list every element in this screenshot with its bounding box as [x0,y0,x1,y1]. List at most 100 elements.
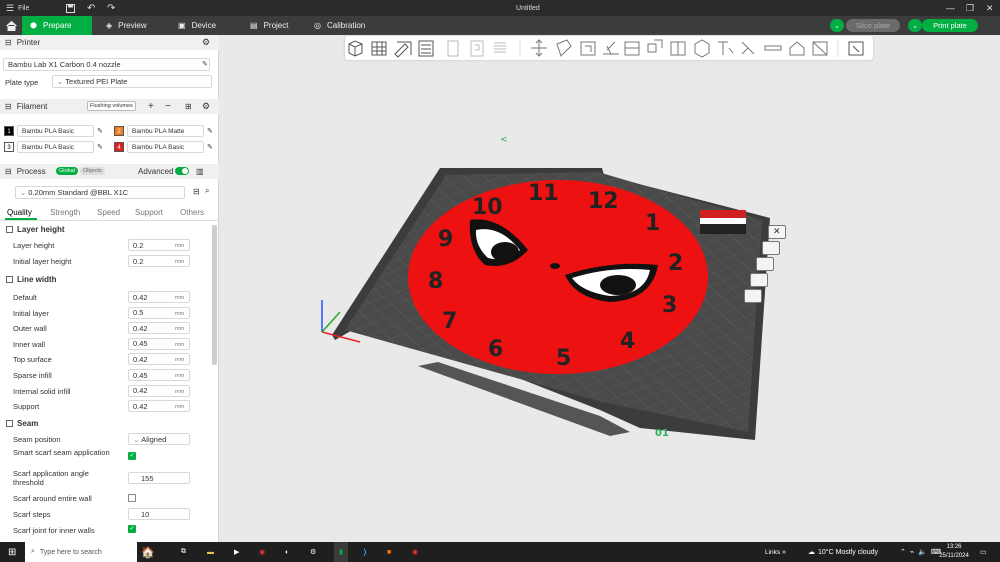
plate-type-select[interactable]: ⌄ Textured PEI Plate [52,75,212,88]
undo-icon[interactable]: ↶ [87,0,95,16]
printer-select[interactable]: Bambu Lab X1 Carbon 0.4 nozzle [3,58,210,71]
advanced-switch[interactable] [175,167,189,175]
filament-edit-icon[interactable]: ✎ [207,127,213,135]
tab-support[interactable]: Support [135,208,163,217]
filament-slot-4[interactable]: 4 [114,142,124,152]
app-icon-2[interactable]: ❭ [362,542,368,562]
media-app-icon[interactable]: ▶ [234,542,239,562]
filament-edit-icon[interactable]: ✎ [207,143,213,151]
home-button[interactable] [0,16,22,35]
filament-select-1[interactable]: Bambu PLA Basic [17,125,94,137]
settings-scrollbar[interactable] [212,225,217,365]
clock-number-7: 7 [442,309,457,334]
print-plate-button[interactable]: Print plate [922,19,978,32]
lock-plate-icon[interactable] [750,273,768,287]
tab-device[interactable]: ▣ Device [170,16,224,35]
compare-icon[interactable]: ▥ [196,167,204,176]
printer-edit-icon[interactable]: ✎ [202,60,208,68]
chevron-down-icon: ⌄ [133,434,140,444]
scarf-angle-input[interactable]: 155 [128,472,190,484]
plate-settings-icon[interactable] [744,289,762,303]
save-icon[interactable] [66,0,75,16]
flag-stripe-black [700,224,746,234]
tab-strength[interactable]: Strength [50,208,80,217]
task-view-icon[interactable]: ⧉ [181,542,186,562]
unit-label: mm [175,341,185,348]
filament-slot-1[interactable]: 1 [4,126,14,136]
slice-plate-button[interactable]: Slice plate [846,19,900,32]
search-settings-icon[interactable]: ⌕ [205,186,209,196]
minimize-icon[interactable]: — [946,0,955,16]
preview-icon: ◈ [106,21,113,30]
slice-dropdown-icon[interactable]: ⌄ [830,19,844,32]
file-menu[interactable]: ☰ File [6,0,29,16]
printer-settings-gear-icon[interactable]: ⚙ [202,37,210,48]
save-preset-icon[interactable]: ⊟ [193,187,200,196]
process-preset-select[interactable]: ⌄ 0.20mm Standard @BBL X1C [15,186,185,199]
filament-edit-icon[interactable]: ✎ [97,127,103,135]
filament-name-4: Bambu PLA Basic [132,143,185,151]
inner-wall-line-width-label: Inner wall [13,339,46,349]
process-header: Process [16,167,46,176]
app-icon[interactable]: ◐ [285,542,289,562]
smart-scarf-checkbox[interactable]: ✓ [128,452,136,460]
notification-icon[interactable]: ▭ [980,542,987,562]
tab-speed[interactable]: Speed [97,208,120,217]
scarf-inner-walls-checkbox[interactable]: ✓ [128,525,136,533]
filament-select-4[interactable]: Bambu PLA Basic [127,141,204,153]
tab-calibration[interactable]: ◎ Calibration [306,16,373,35]
global-toggle[interactable]: Global [56,167,78,175]
system-tray[interactable]: ⌃ ⌁ 🔈 ⌨ [900,542,941,562]
remove-filament-icon[interactable]: − [165,101,171,112]
bambu-studio-icon[interactable]: ▮ [334,542,348,562]
filament-name-1: Bambu PLA Basic [22,127,75,135]
filament-edit-icon[interactable]: ✎ [97,143,103,151]
hamburger-icon: ☰ [6,2,15,13]
filament-select-3[interactable]: Bambu PLA Basic [17,141,94,153]
sync-ams-icon[interactable]: ⊞ [185,102,192,111]
plate-marker-icon: < [500,135,508,145]
widget-icon[interactable]: 🏠 [141,542,155,562]
print-dropdown-icon[interactable]: ⌄ [908,19,922,32]
tab-preview[interactable]: ◈ Preview [98,16,155,35]
filament-select-2[interactable]: Bambu PLA Matte [127,125,204,137]
chevron-right-icon[interactable]: » [782,542,786,562]
build-plate-scene: 01 < 12 1 2 3 4 5 6 7 8 9 10 11 [321,135,770,440]
tab-quality[interactable]: Quality [7,208,32,217]
left-pupil [491,242,519,262]
windows-start-icon[interactable]: ⊞ [8,542,16,562]
chrome-icon[interactable]: ◉ [259,542,265,562]
file-explorer-icon[interactable]: ▬ [207,542,214,562]
weather-widget[interactable]: ☁ 10°C Mostly cloudy [808,542,878,562]
seam-position-select[interactable]: ⌄ Aligned [128,433,190,445]
objects-toggle[interactable]: Objects [80,167,105,175]
process-icon: ⊟ [5,167,12,176]
flushing-volumes-button[interactable]: Flushing volumes [87,101,136,111]
unit-label: mm [175,295,185,301]
app-icon-3[interactable]: ■ [387,542,391,562]
add-filament-icon[interactable]: + [148,101,154,112]
settings-gear-icon[interactable]: ⚙ [310,542,316,562]
clock-number-6: 6 [488,337,503,362]
close-plate-icon[interactable]: ✕ [768,225,786,239]
line-width-icon [6,276,13,283]
filament-settings-gear-icon[interactable]: ⚙ [202,101,210,112]
tab-prepare[interactable]: ⬢ Prepare [22,16,92,35]
close-icon[interactable]: ✕ [986,0,994,16]
links-toolbar[interactable]: Links [765,542,780,562]
restore-icon[interactable]: ❐ [966,0,974,16]
seam-position-value: Aligned [141,434,167,444]
filament-slot-3[interactable]: 3 [4,142,14,152]
clock-area[interactable]: 13:26 25/11/2024 [938,543,970,561]
chrome-icon-2[interactable]: ◉ [412,542,418,562]
filament-slot-2[interactable]: 2 [114,126,124,136]
tab-project[interactable]: ▤ Project [242,16,296,35]
device-icon: ▣ [178,21,186,30]
orient-plate-icon[interactable] [756,257,774,271]
scarf-entire-wall-checkbox[interactable] [128,494,136,502]
redo-icon[interactable]: ↷ [107,0,115,16]
arrange-plate-icon[interactable] [762,241,780,255]
scarf-steps-input[interactable]: 10 [128,508,190,520]
taskbar-search-box[interactable]: ⌕ Type here to search [25,542,137,562]
tab-others[interactable]: Others [180,208,204,217]
